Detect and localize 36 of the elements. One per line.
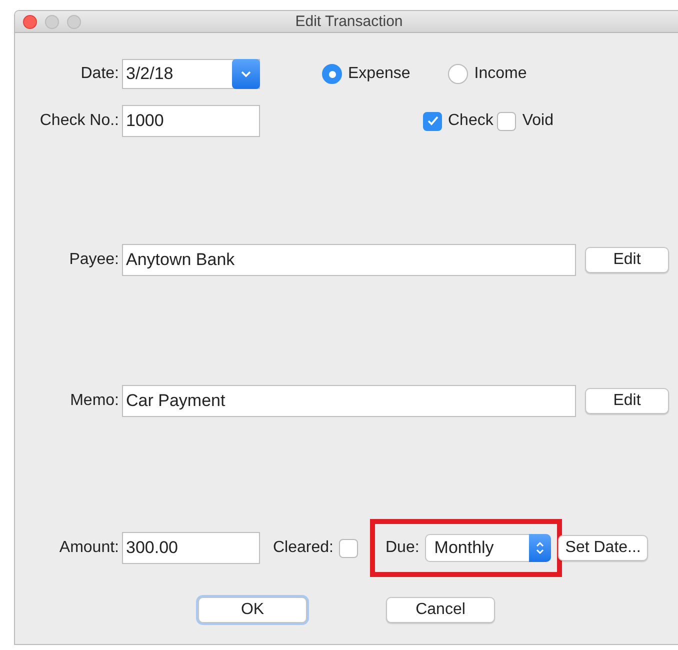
field-label: Cleared: [273,538,334,558]
radio-label: Income [474,64,527,84]
cancel-button[interactable]: Cancel [386,597,495,623]
checkbox-label: Void [522,111,554,131]
field-label: Memo: [69,391,120,411]
field-label: Amount: [58,538,120,558]
checkbox-label: Check [448,111,494,131]
date-picker[interactable]: 3/2/18 [122,59,260,89]
check-icon [426,116,438,126]
field-label: Date: [80,64,120,84]
memo-field[interactable]: Car Payment [122,385,576,417]
minimize-button[interactable] [45,15,59,29]
radio-button[interactable] [322,64,342,84]
due-dropdown[interactable]: Monthly [425,534,552,562]
amount-field[interactable]: 300.00 [122,532,260,564]
ok-button[interactable]: OK [198,597,307,623]
up-down-chevron-icon [535,541,546,555]
edit-button[interactable]: Edit [585,388,669,414]
checkbox[interactable] [423,112,442,130]
dropdown-value: Monthly [434,537,494,560]
set-date-button[interactable]: Set Date... [558,535,648,561]
check-number-field[interactable]: 1000 [122,105,260,137]
checkbox[interactable] [497,112,516,130]
date-value: 3/2/18 [126,63,174,86]
cleared-checkbox[interactable] [339,538,358,558]
field-label: Due: [385,538,420,558]
window-title: Edit Transaction [295,12,403,32]
payee-field[interactable]: Anytown Bank [122,244,576,276]
close-button[interactable] [23,15,37,29]
chevron-down-icon [241,70,251,78]
field-label: Payee: [68,250,120,270]
radio-button[interactable] [448,64,468,84]
edit-button[interactable]: Edit [585,247,669,273]
radio-label: Expense [348,64,410,84]
zoom-button[interactable] [67,15,81,29]
field-label: Check No.: [38,111,120,131]
